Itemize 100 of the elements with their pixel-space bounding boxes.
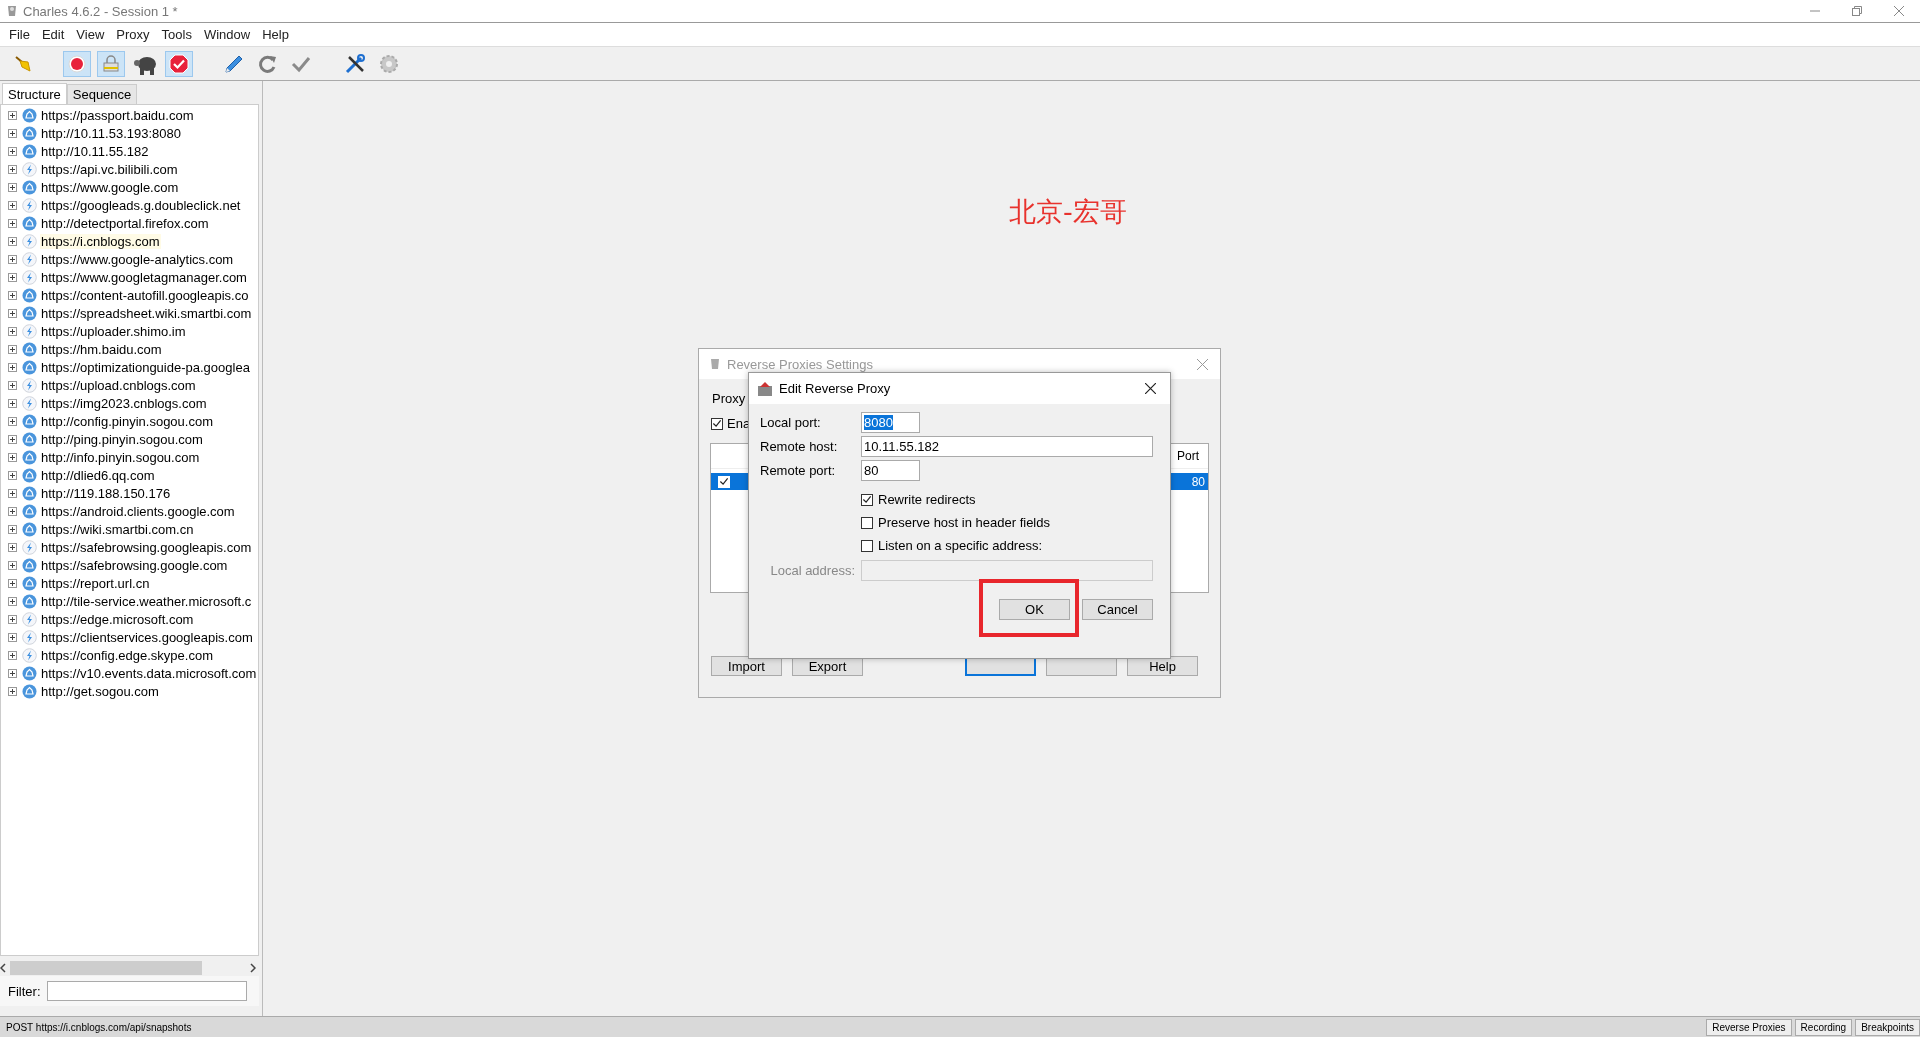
globe-icon bbox=[22, 143, 37, 159]
host-item[interactable]: https://spreadsheet.wiki.smartbi.com bbox=[40, 305, 253, 321]
expand-icon[interactable] bbox=[8, 650, 17, 660]
host-item[interactable]: https://upload.cnblogs.com bbox=[40, 377, 197, 393]
host-item[interactable]: https://wiki.smartbi.com.cn bbox=[40, 521, 195, 537]
expand-icon[interactable] bbox=[8, 560, 17, 570]
expand-icon[interactable] bbox=[8, 578, 17, 588]
expand-icon[interactable] bbox=[8, 236, 17, 246]
scroll-left-icon[interactable] bbox=[0, 963, 6, 973]
host-item[interactable]: https://v10.events.data.microsoft.com bbox=[40, 665, 258, 681]
view-tab[interactable]: Sequence bbox=[66, 84, 138, 104]
expand-icon[interactable] bbox=[8, 632, 17, 642]
input-field[interactable]: 80 bbox=[861, 460, 920, 481]
expand-icon[interactable] bbox=[8, 506, 17, 516]
close-icon[interactable] bbox=[1145, 383, 1156, 394]
checkbox[interactable] bbox=[861, 493, 873, 506]
scrollbar-thumb[interactable] bbox=[10, 961, 202, 975]
host-item[interactable]: https://config.edge.skype.com bbox=[40, 647, 214, 663]
expand-icon[interactable] bbox=[8, 542, 17, 552]
host-item[interactable]: http://dlied6.qq.com bbox=[40, 467, 156, 483]
expand-icon[interactable] bbox=[8, 452, 17, 462]
input-field[interactable] bbox=[861, 560, 1153, 581]
checkbox[interactable] bbox=[861, 539, 873, 552]
host-item[interactable]: https://edge.microsoft.com bbox=[40, 611, 195, 627]
host-item[interactable]: https://safebrowsing.google.com bbox=[40, 557, 229, 573]
host-item[interactable]: https://www.google-analytics.com bbox=[40, 251, 235, 267]
host-item[interactable]: https://googleads.g.doubleclick.net bbox=[40, 197, 242, 213]
expand-icon[interactable] bbox=[8, 272, 17, 282]
menu-item[interactable]: Tools bbox=[155, 27, 198, 42]
host-item[interactable]: http://tile-service.weather.microsoft.c bbox=[40, 593, 253, 609]
expand-icon[interactable] bbox=[8, 686, 17, 696]
expand-icon[interactable] bbox=[8, 326, 17, 336]
host-item[interactable]: http://10.11.53.193:8080 bbox=[40, 125, 182, 141]
expand-icon[interactable] bbox=[8, 434, 17, 444]
lightning-icon bbox=[22, 323, 37, 339]
host-item[interactable]: http://10.11.55.182 bbox=[40, 143, 150, 159]
expand-icon[interactable] bbox=[8, 380, 17, 390]
globe-icon bbox=[22, 683, 37, 699]
host-item[interactable]: https://content-autofill.googleapis.co bbox=[40, 287, 250, 303]
host-item[interactable]: http://info.pinyin.sogou.com bbox=[40, 449, 201, 465]
menu-item[interactable]: File bbox=[3, 27, 36, 42]
scroll-right-icon[interactable] bbox=[250, 963, 256, 973]
host-item[interactable]: https://optimizationguide-pa.googlea bbox=[40, 359, 251, 375]
filter-field[interactable] bbox=[46, 981, 247, 1001]
host-item[interactable]: http://ping.pinyin.sogou.com bbox=[40, 431, 204, 447]
expand-icon[interactable] bbox=[8, 524, 17, 534]
expand-icon[interactable] bbox=[8, 362, 17, 372]
expand-icon[interactable] bbox=[8, 164, 17, 174]
expand-icon[interactable] bbox=[8, 110, 17, 120]
expand-icon[interactable] bbox=[8, 668, 17, 678]
checkbox[interactable] bbox=[711, 417, 723, 430]
status-button[interactable]: Reverse Proxies bbox=[1706, 1018, 1792, 1036]
expand-icon[interactable] bbox=[8, 470, 17, 480]
input-field[interactable]: 10.11.55.182 bbox=[861, 436, 1153, 457]
expand-icon[interactable] bbox=[8, 344, 17, 354]
host-item[interactable]: https://www.googletagmanager.com bbox=[40, 269, 248, 285]
menu-item[interactable]: Edit bbox=[35, 27, 71, 42]
host-item[interactable]: https://hm.baidu.com bbox=[40, 341, 163, 357]
host-item[interactable]: https://clientservices.googleapis.com bbox=[40, 629, 254, 645]
tools-icon bbox=[344, 52, 366, 75]
host-item[interactable]: http://config.pinyin.sogou.com bbox=[40, 413, 214, 429]
host-item[interactable]: https://android.clients.google.com bbox=[40, 503, 236, 519]
menu-item[interactable]: View bbox=[70, 27, 111, 42]
view-tab[interactable]: Structure bbox=[2, 83, 67, 104]
expand-icon[interactable] bbox=[8, 308, 17, 318]
host-item[interactable]: https://uploader.shimo.im bbox=[40, 323, 187, 339]
dialog-button[interactable]: Import bbox=[711, 656, 782, 676]
expand-icon[interactable] bbox=[8, 218, 17, 228]
expand-icon[interactable] bbox=[8, 146, 17, 156]
expand-icon[interactable] bbox=[8, 200, 17, 210]
menu-item[interactable]: Proxy bbox=[110, 27, 156, 42]
dialog-button[interactable]: OK bbox=[999, 599, 1070, 620]
host-item[interactable]: https://img2023.cnblogs.com bbox=[40, 395, 208, 411]
input-field[interactable]: 8080 bbox=[861, 412, 920, 433]
dialog-button[interactable]: Cancel bbox=[1082, 599, 1153, 620]
expand-icon[interactable] bbox=[8, 182, 17, 192]
lightning-icon bbox=[22, 611, 37, 627]
host-item[interactable]: http://119.188.150.176 bbox=[40, 485, 172, 501]
host-item[interactable]: http://detectportal.firefox.com bbox=[40, 215, 210, 231]
expand-icon[interactable] bbox=[8, 290, 17, 300]
status-button[interactable]: Breakpoints bbox=[1855, 1018, 1920, 1036]
expand-icon[interactable] bbox=[8, 128, 17, 138]
expand-icon[interactable] bbox=[8, 416, 17, 426]
expand-icon[interactable] bbox=[8, 254, 17, 264]
menu-item[interactable]: Help bbox=[256, 27, 295, 42]
host-item[interactable]: https://www.google.com bbox=[40, 179, 180, 195]
host-item[interactable]: https://passport.baidu.com bbox=[40, 107, 195, 123]
menu-item[interactable]: Window bbox=[197, 27, 257, 42]
host-item[interactable]: https://api.vc.bilibili.com bbox=[40, 161, 179, 177]
host-item[interactable]: https://safebrowsing.googleapis.com bbox=[40, 539, 253, 555]
expand-icon[interactable] bbox=[8, 596, 17, 606]
host-item[interactable]: https://i.cnblogs.com bbox=[40, 233, 161, 249]
expand-icon[interactable] bbox=[8, 488, 17, 498]
restore-icon[interactable] bbox=[1852, 6, 1862, 16]
expand-icon[interactable] bbox=[8, 614, 17, 624]
expand-icon[interactable] bbox=[8, 398, 17, 408]
host-item[interactable]: http://get.sogou.com bbox=[40, 683, 160, 699]
checkbox[interactable] bbox=[861, 516, 873, 529]
host-item[interactable]: https://report.url.cn bbox=[40, 575, 151, 591]
status-button[interactable]: Recording bbox=[1794, 1018, 1853, 1036]
